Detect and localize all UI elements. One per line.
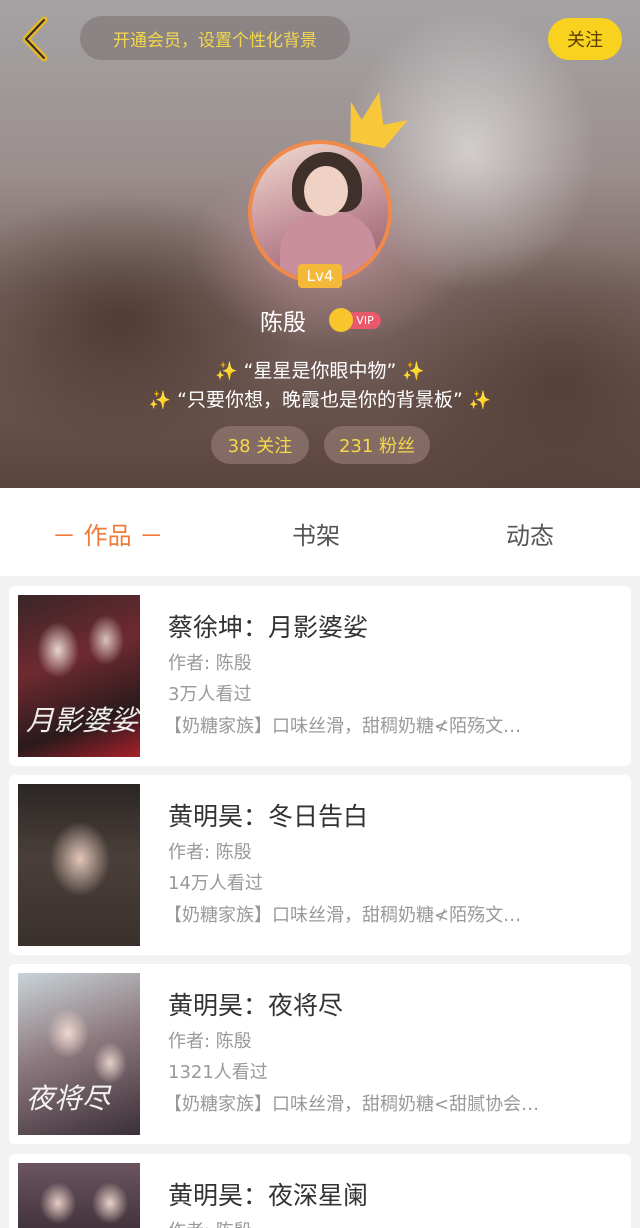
work-title: 黄明昊：冬日告白 bbox=[168, 802, 369, 831]
profile-tabs: － 作品 － 书架 动态 bbox=[0, 488, 640, 576]
back-arrow-icon[interactable] bbox=[18, 14, 54, 64]
work-card[interactable]: 黄明昊：夜深星阑 作者: 陈殷 bbox=[9, 1154, 631, 1228]
work-cover-image: 夜将尽 bbox=[18, 973, 140, 1135]
work-author: 作者: 陈殷 bbox=[168, 1031, 252, 1052]
vip-crown-icon bbox=[329, 308, 353, 332]
work-author: 作者: 陈殷 bbox=[168, 842, 252, 863]
username: 陈殷 bbox=[260, 310, 306, 336]
following-count[interactable]: 38 关注 bbox=[211, 426, 309, 464]
cover-title: 月影婆娑 bbox=[26, 704, 139, 737]
work-title: 黄明昊：夜将尽 bbox=[168, 991, 344, 1020]
work-title: 蔡徐坤：月影婆娑 bbox=[168, 613, 369, 642]
work-cover-image bbox=[18, 1163, 140, 1228]
cover-title: 夜将尽 bbox=[26, 1082, 111, 1115]
work-views: 14万人看过 bbox=[168, 873, 263, 894]
crown-icon bbox=[350, 91, 408, 149]
avatar[interactable] bbox=[248, 140, 392, 284]
bio-text-2: “只要你想，晚霞也是你的背景板” bbox=[177, 389, 463, 411]
follow-button[interactable]: 关注 bbox=[548, 18, 622, 60]
work-description: 【奶糖家族】口味丝滑，甜稠奶糖<甜腻协会… bbox=[164, 1094, 540, 1115]
work-description: 【奶糖家族】口味丝滑，甜稠奶糖≮陌殇文… bbox=[164, 716, 522, 737]
tab-works[interactable]: － 作品 － bbox=[52, 516, 163, 551]
work-title: 黄明昊：夜深星阑 bbox=[168, 1181, 369, 1210]
avatar-face bbox=[304, 166, 348, 216]
tab-bookshelf[interactable]: 书架 bbox=[292, 516, 340, 551]
bio-line-2: ✨ “只要你想，晚霞也是你的背景板” ✨ bbox=[0, 385, 640, 412]
vip-background-banner[interactable]: 开通会员，设置个性化背景 bbox=[80, 16, 350, 60]
bio-line-1: ✨ “星星是你眼中物” ✨ bbox=[0, 356, 640, 383]
work-description: 【奶糖家族】口味丝滑，甜稠奶糖≮陌殇文… bbox=[164, 905, 522, 926]
tab-dynamic[interactable]: 动态 bbox=[506, 516, 554, 551]
work-card[interactable]: 黄明昊：冬日告白 作者: 陈殷 14万人看过 【奶糖家族】口味丝滑，甜稠奶糖≮陌… bbox=[9, 775, 631, 955]
vip-badge[interactable]: VIP bbox=[329, 308, 381, 332]
work-views: 1321人看过 bbox=[168, 1062, 268, 1083]
sparkle-icon: ✨ bbox=[215, 361, 238, 382]
work-author: 作者: 陈殷 bbox=[168, 653, 252, 674]
bio-text-1: “星星是你眼中物” bbox=[243, 360, 397, 382]
work-cover-image: 月影婆娑 bbox=[18, 595, 140, 757]
work-card[interactable]: 夜将尽 黄明昊：夜将尽 作者: 陈殷 1321人看过 【奶糖家族】口味丝滑，甜稠… bbox=[9, 964, 631, 1144]
work-card[interactable]: 月影婆娑 蔡徐坤：月影婆娑 作者: 陈殷 3万人看过 【奶糖家族】口味丝滑，甜稠… bbox=[9, 586, 631, 766]
work-views: 3万人看过 bbox=[168, 684, 252, 705]
level-badge: Lv4 bbox=[298, 264, 342, 288]
followers-count[interactable]: 231 粉丝 bbox=[324, 426, 430, 464]
work-author: 作者: 陈殷 bbox=[168, 1217, 252, 1228]
work-cover-image bbox=[18, 784, 140, 946]
profile-header: 开通会员，设置个性化背景 关注 Lv4 陈殷 VIP ✨ “星星是你眼中物” ✨… bbox=[0, 0, 640, 488]
sparkle-icon: ✨ bbox=[468, 390, 492, 411]
sparkle-icon: ✨ bbox=[148, 390, 172, 411]
sparkle-icon: ✨ bbox=[402, 361, 425, 382]
